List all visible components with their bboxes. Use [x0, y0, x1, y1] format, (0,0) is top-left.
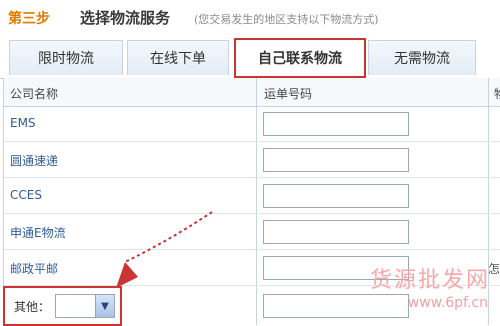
arrow-line: [124, 211, 213, 263]
watermark-logo: 货源批发网: [369, 268, 490, 293]
watermark-url: www.6pf.cn: [407, 295, 488, 311]
arrow-head: [116, 262, 138, 288]
